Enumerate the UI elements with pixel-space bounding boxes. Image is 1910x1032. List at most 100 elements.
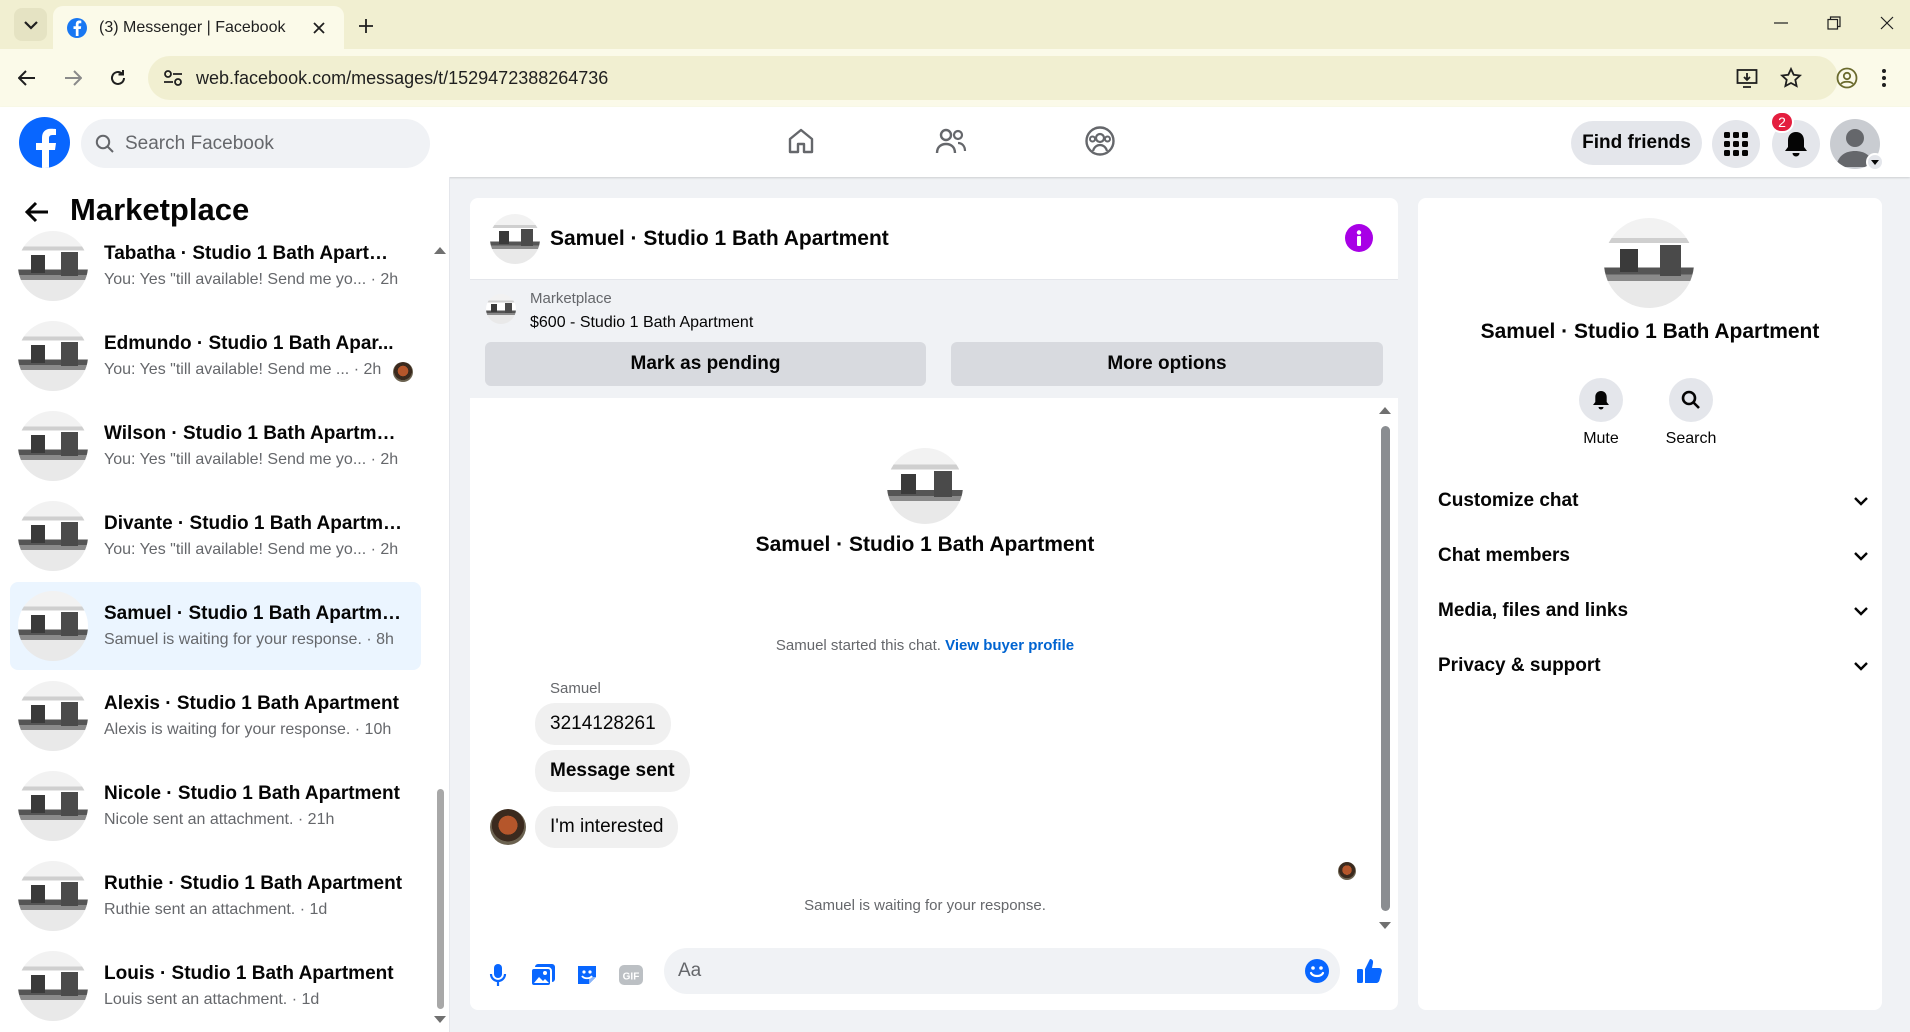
conversation-avatar (18, 411, 88, 481)
mute-button[interactable] (1579, 378, 1623, 422)
chat-started-notice: Samuel started this chat. View buyer pro… (470, 637, 1380, 654)
address-bar[interactable]: web.facebook.com/messages/t/152947238826… (148, 56, 1838, 100)
seen-by-avatar (393, 362, 413, 382)
search-in-conversation-button[interactable] (1669, 378, 1713, 422)
chat-members-section[interactable]: Chat members (1438, 536, 1868, 576)
conversation-item[interactable]: Alexis · Studio 1 Bath Apartment Alexis … (10, 672, 421, 760)
conversation-name: Tabatha · Studio 1 Bath Apartment (104, 243, 404, 264)
conversation-item[interactable]: Tabatha · Studio 1 Bath Apartment You: Y… (10, 222, 421, 310)
restore-button[interactable] (1806, 0, 1862, 46)
chat-header-name[interactable]: Samuel · Studio 1 Bath Apartment (550, 227, 889, 251)
site-settings-icon[interactable] (162, 67, 184, 89)
search-action[interactable]: Search (1651, 378, 1731, 448)
message-input[interactable] (678, 960, 1278, 982)
install-app-icon[interactable] (1736, 67, 1758, 89)
listing-thumbnail[interactable] (486, 294, 516, 324)
conversation-preview: You: Yes "till available! Send me yo... … (104, 541, 399, 558)
customize-chat-section[interactable]: Customize chat (1438, 481, 1868, 521)
find-friends-button[interactable]: Find friends (1571, 121, 1702, 165)
close-window-button[interactable] (1859, 0, 1910, 46)
new-tab-button[interactable] (352, 12, 380, 40)
conversation-avatar (18, 591, 88, 661)
gif-button[interactable]: GIF (616, 960, 646, 990)
chat-header-avatar[interactable] (490, 214, 540, 264)
conversation-preview: Samuel is waiting for your response. · 8… (104, 631, 394, 648)
details-avatar[interactable] (1604, 218, 1694, 308)
mute-action[interactable]: Mute (1561, 378, 1641, 448)
facebook-header: Find friends 2 (0, 107, 1910, 177)
profile-menu-button[interactable] (1830, 61, 1864, 95)
conversation-preview: You: Yes "till available! Send me yo... … (104, 451, 399, 468)
more-options-button[interactable]: More options (951, 342, 1383, 386)
conversation-item[interactable]: Edmundo · Studio 1 Bath Apar... You: Yes… (10, 312, 421, 400)
scroll-down-arrow-icon[interactable] (1378, 921, 1392, 931)
waiting-notice: Samuel is waiting for your response. (804, 897, 1046, 914)
sticker-button[interactable] (572, 960, 602, 990)
details-name: Samuel · Studio 1 Bath Apartment (1480, 320, 1820, 343)
scroll-down-arrow-icon[interactable] (433, 1015, 447, 1025)
facebook-search[interactable] (81, 119, 430, 168)
thumbs-up-icon (1357, 959, 1382, 983)
gif-icon: GIF (619, 965, 643, 985)
sidebar-scrollbar-thumb[interactable] (437, 789, 444, 1009)
chevron-down-icon (23, 20, 38, 30)
search-label: Search (1665, 430, 1717, 447)
listing-title[interactable]: $600 - Studio 1 Bath Apartment (530, 314, 753, 332)
conversation-item[interactable]: Louis · Studio 1 Bath Apartment Louis se… (10, 942, 421, 1030)
facebook-logo[interactable] (19, 117, 70, 168)
arrow-left-icon (18, 70, 35, 86)
message-input-box[interactable] (664, 948, 1340, 994)
attach-photo-button[interactable] (528, 960, 558, 990)
message-bubble[interactable]: 3214128261 (535, 703, 671, 745)
message-bubble[interactable]: Message sent (535, 750, 690, 792)
back-button[interactable] (10, 61, 44, 95)
friends-nav-button[interactable] (925, 115, 977, 167)
minimize-button[interactable] (1753, 0, 1809, 46)
reload-button[interactable] (101, 61, 135, 95)
message-bubble[interactable]: I'm interested (535, 806, 679, 848)
send-like-button[interactable] (1355, 956, 1385, 986)
chat-scrollbar-thumb[interactable] (1381, 426, 1390, 911)
conversation-item-active[interactable]: Samuel · Studio 1 Bath Apartment Samuel … (10, 582, 421, 670)
conversation-item[interactable]: Nicole · Studio 1 Bath Apartment Nicole … (10, 762, 421, 850)
section-label: Privacy & support (1438, 655, 1601, 676)
bookmark-star-icon[interactable] (1780, 67, 1802, 89)
voice-clip-button[interactable] (483, 960, 513, 990)
privacy-support-section[interactable]: Privacy & support (1438, 646, 1868, 686)
scroll-up-arrow-icon[interactable] (433, 245, 447, 255)
conversation-name: Edmundo · Studio 1 Bath Apar... (104, 333, 394, 354)
conversation-name: Alexis · Studio 1 Bath Apartment (104, 693, 399, 714)
conversation-info-button[interactable] (1345, 224, 1373, 252)
facebook-f-icon (35, 128, 56, 168)
search-icon (95, 134, 114, 153)
sender-avatar[interactable] (490, 809, 526, 845)
conversation-item[interactable]: Divante · Studio 1 Bath Apartment You: Y… (10, 492, 421, 580)
browser-tab[interactable]: (3) Messenger | Facebook (53, 6, 344, 49)
close-icon (1880, 16, 1894, 30)
browser-menu-button[interactable] (1872, 61, 1896, 95)
conversation-preview: Nicole sent an attachment. · 21h (104, 811, 335, 828)
account-dropdown-icon[interactable] (1866, 153, 1884, 171)
view-buyer-profile-link[interactable]: View buyer profile (945, 637, 1074, 654)
sticker-icon (578, 966, 596, 984)
bell-icon (1593, 391, 1609, 410)
friends-icon (935, 128, 967, 154)
home-nav-button[interactable] (775, 115, 827, 167)
emoji-button[interactable] (1304, 958, 1330, 984)
conversation-item[interactable]: Ruthie · Studio 1 Bath Apartment Ruthie … (10, 852, 421, 940)
tab-search-button[interactable] (14, 8, 47, 41)
message-composer: GIF (470, 938, 1398, 1010)
tab-close-button[interactable] (308, 17, 330, 39)
conversation-preview: Alexis is waiting for your response. · 1… (104, 721, 392, 738)
conversation-avatar (18, 771, 88, 841)
groups-nav-button[interactable] (1074, 115, 1126, 167)
conversation-details-panel: Samuel · Studio 1 Bath Apartment Mute Se… (1418, 198, 1882, 1010)
search-input[interactable] (125, 132, 405, 155)
scroll-up-arrow-icon[interactable] (1378, 405, 1392, 415)
media-files-links-section[interactable]: Media, files and links (1438, 591, 1868, 631)
forward-button[interactable] (56, 61, 90, 95)
mark-as-pending-button[interactable]: Mark as pending (485, 342, 926, 386)
menu-button[interactable] (1712, 120, 1760, 168)
conversation-item[interactable]: Wilson · Studio 1 Bath Apartment You: Ye… (10, 402, 421, 490)
tab-title: (3) Messenger | Facebook (99, 18, 286, 36)
